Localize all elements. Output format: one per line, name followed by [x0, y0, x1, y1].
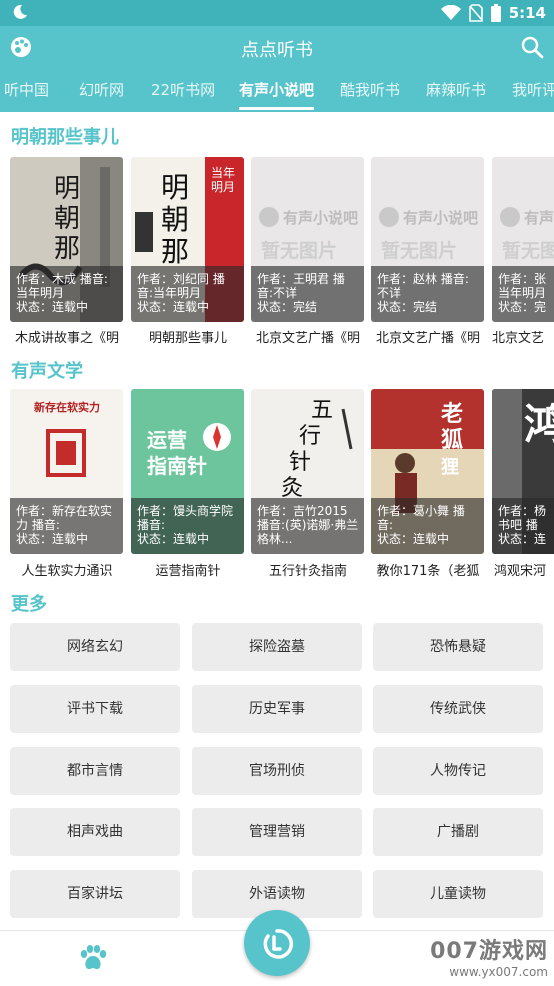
book-info: 作者：吉竹2015 播音:(英)诺娜·弗兰 格林... [251, 498, 364, 554]
book-card[interactable]: 老 狐 狸 作者：葛小舞 播 音: 状态：连载中 [371, 389, 484, 554]
book-title[interactable]: 明朝那些事儿 [125, 327, 251, 346]
clock: 5:14 [508, 4, 546, 22]
book-card[interactable]: 运营 指南针 作者：馒头商学院 播音: 状态：连载中 [131, 389, 244, 554]
book-card[interactable]: 明 朝 那 作者：木成 播音: 当年明月 状态：连载中 [10, 157, 123, 322]
book-title[interactable]: 北京文艺广播《明 [245, 327, 371, 346]
book-title[interactable]: 人生软实力通识 [4, 560, 130, 579]
search-icon[interactable] [520, 35, 544, 59]
svg-text:暂无图片: 暂无图片 [502, 239, 554, 262]
category-button[interactable]: 探险盗墓 [192, 623, 362, 671]
svg-text:明: 明 [54, 174, 80, 204]
svg-text:老: 老 [440, 402, 463, 427]
book-card[interactable]: 有声小说吧 暂无图片 作者：张 当年明月 状态：完 [492, 157, 554, 322]
svg-text:鸿: 鸿 [524, 400, 554, 449]
svg-text:那: 那 [54, 234, 80, 264]
svg-text:有声小说吧: 有声小说吧 [524, 209, 554, 227]
category-button[interactable]: 相声戏曲 [10, 808, 180, 856]
book-card[interactable]: 当年 明月 明 朝 那 作者：刘纪同 播 音:当年明月 状态：连载中 [131, 157, 244, 322]
cover-text: 新存在软实力 [34, 400, 100, 414]
svg-text:有声小说吧: 有声小说吧 [403, 209, 478, 227]
paw-icon[interactable] [78, 944, 108, 972]
category-button[interactable]: 管理营销 [192, 808, 362, 856]
svg-text:明月: 明月 [211, 180, 235, 194]
moon-icon [13, 4, 27, 19]
player-button[interactable] [244, 910, 310, 976]
book-info: 作者：王明君 播 音:不详 状态：完结 [251, 266, 364, 322]
category-button[interactable]: 百家讲坛 [10, 870, 180, 918]
section-title-more: 更多 [11, 594, 47, 615]
svg-text:狸: 狸 [441, 456, 459, 478]
category-button[interactable]: 评书下载 [10, 685, 180, 733]
book-info: 作者：木成 播音: 当年明月 状态：连载中 [10, 266, 123, 322]
category-button[interactable]: 广播剧 [373, 808, 543, 856]
book-title[interactable]: 北京文艺 [492, 327, 554, 346]
svg-text:暂无图片: 暂无图片 [381, 239, 457, 262]
section-title-ming: 明朝那些事儿 [11, 127, 119, 148]
wifi-icon [440, 5, 461, 20]
svg-text:狐: 狐 [441, 427, 463, 453]
book-info: 作者：馒头商学院 播音: 状态：连载中 [131, 498, 244, 554]
app-bar: 点点听书 [0, 26, 554, 70]
tab-wotingping[interactable]: 我听评 [512, 70, 554, 112]
book-title[interactable]: 北京文艺广播《明 [365, 327, 491, 346]
tab-huantingwang[interactable]: 幻听网 [79, 70, 124, 112]
svg-text:暂无图片: 暂无图片 [261, 239, 337, 262]
category-button[interactable]: 都市言情 [10, 747, 180, 795]
status-bar: 5:14 [0, 0, 554, 26]
book-info: 作者：赵林 播音: 不详 状态：完结 [371, 266, 484, 322]
tab-malatingshu[interactable]: 麻辣听书 [426, 70, 486, 112]
tab-tingzhongguo[interactable]: 听中国 [4, 70, 49, 112]
book-info: 作者：杨 书吧 播 状态：连 [492, 498, 554, 554]
svg-text:行: 行 [299, 424, 321, 449]
book-title[interactable]: 五行针灸指南 [245, 560, 371, 579]
svg-text:运营: 运营 [147, 428, 187, 452]
sim-off-icon [468, 4, 483, 22]
watermark: 007游戏网 www.yx007.com [430, 939, 548, 979]
svg-text:有声小说吧: 有声小说吧 [283, 209, 358, 227]
category-button[interactable]: 传统武侠 [373, 685, 543, 733]
book-card[interactable]: 鸿 作者：杨 书吧 播 状态：连 [492, 389, 554, 554]
book-card[interactable]: 有声小说吧 暂无图片 作者：王明君 播 音:不详 状态：完结 [251, 157, 364, 322]
category-button[interactable]: 网络玄幻 [10, 623, 180, 671]
book-title[interactable]: 木成讲故事之《明 [4, 327, 130, 346]
section-title-wenxue: 有声文学 [11, 361, 83, 382]
tab-22tingshu[interactable]: 22听书网 [151, 70, 215, 112]
play-history-icon [263, 929, 294, 959]
battery-icon [490, 4, 501, 22]
svg-text:那: 那 [161, 235, 189, 268]
book-title[interactable]: 运营指南针 [125, 560, 251, 579]
book-title[interactable]: 教你171条（老狐 [365, 560, 491, 579]
category-button[interactable]: 儿童读物 [373, 870, 543, 918]
svg-text:当年: 当年 [211, 166, 235, 180]
category-button[interactable]: 官场刑侦 [192, 747, 362, 795]
svg-text:五: 五 [311, 398, 333, 423]
source-tabs: 听中国 幻听网 22听书网 有声小说吧 酷我听书 麻辣听书 我听评 [0, 70, 554, 112]
svg-text:针: 针 [289, 450, 311, 475]
book-info: 作者：刘纪同 播 音:当年明月 状态：连载中 [131, 266, 244, 322]
svg-text:指南针: 指南针 [147, 454, 207, 478]
book-info: 作者：新存在软实 力 播音: 状态：连载中 [10, 498, 123, 554]
category-button[interactable]: 人物传记 [373, 747, 543, 795]
category-button[interactable]: 恐怖悬疑 [373, 623, 543, 671]
book-card[interactable]: 五 行 针 灸 作者：吉竹2015 播音:(英)诺娜·弗兰 格林... [251, 389, 364, 554]
svg-text:朝: 朝 [161, 203, 189, 236]
category-button[interactable]: 历史军事 [192, 685, 362, 733]
book-card[interactable]: 新存在软实力 作者：新存在软实 力 播音: 状态：连载中 [10, 389, 123, 554]
book-title[interactable]: 鸿观宋河 [494, 560, 554, 579]
svg-text:朝: 朝 [54, 204, 80, 234]
book-card[interactable]: 有声小说吧 暂无图片 作者：赵林 播音: 不详 状态：完结 [371, 157, 484, 322]
tab-youshengxiaoshuoba[interactable]: 有声小说吧 [239, 70, 315, 112]
tab-kuwotingshu[interactable]: 酷我听书 [340, 70, 400, 112]
book-info: 作者：葛小舞 播 音: 状态：连载中 [371, 498, 484, 554]
app-title: 点点听书 [241, 40, 313, 61]
svg-text:明: 明 [161, 171, 189, 204]
book-info: 作者：张 当年明月 状态：完 [492, 266, 554, 322]
